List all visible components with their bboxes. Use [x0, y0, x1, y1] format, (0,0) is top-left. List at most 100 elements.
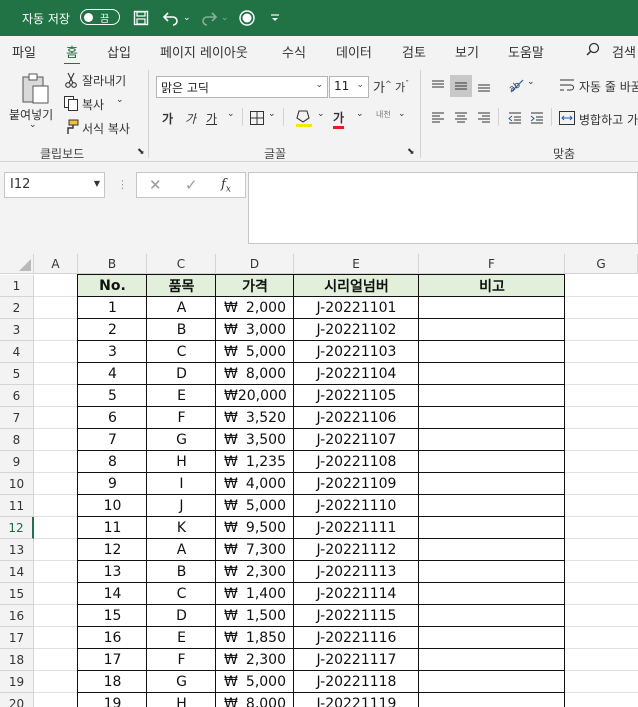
- row-header-10[interactable]: 10: [0, 473, 34, 495]
- row-header-9[interactable]: 9: [0, 451, 34, 473]
- save-icon[interactable]: [133, 0, 149, 36]
- cell-price[interactable]: ₩5,000: [216, 671, 294, 693]
- cell-no[interactable]: 14: [78, 583, 147, 605]
- cell-item[interactable]: E: [147, 385, 216, 407]
- table-header-cell[interactable]: 품목: [147, 275, 216, 297]
- orientation-dropdown-icon[interactable]: ⌄: [527, 77, 535, 87]
- row-header-7[interactable]: 7: [0, 407, 34, 429]
- cell-serial[interactable]: J-20221105: [294, 385, 419, 407]
- cell-serial[interactable]: J-20221102: [294, 319, 419, 341]
- fill-color-icon[interactable]: [295, 108, 313, 128]
- undo-icon[interactable]: [162, 0, 180, 36]
- cell-serial[interactable]: J-20221111: [294, 517, 419, 539]
- cell-price[interactable]: ₩8,000: [216, 363, 294, 385]
- row-header-14[interactable]: 14: [0, 561, 34, 583]
- font-color-button[interactable]: 가: [333, 109, 345, 129]
- cell-item[interactable]: B: [147, 561, 216, 583]
- row-header-3[interactable]: 3: [0, 319, 34, 341]
- cut-button[interactable]: 잘라내기: [82, 72, 126, 89]
- cell-note[interactable]: [419, 561, 565, 583]
- cell-no[interactable]: 10: [78, 495, 147, 517]
- cell-no[interactable]: 18: [78, 671, 147, 693]
- cell-note[interactable]: [419, 583, 565, 605]
- touch-mode-icon[interactable]: [239, 0, 255, 36]
- bold-button[interactable]: 가: [162, 110, 173, 127]
- cell-serial[interactable]: J-20221117: [294, 649, 419, 671]
- cell-no[interactable]: 3: [78, 341, 147, 363]
- align-top-icon[interactable]: [430, 78, 446, 94]
- undo-dropdown-icon[interactable]: ⌄: [183, 0, 191, 36]
- borders-dropdown-icon[interactable]: ⌄: [268, 109, 276, 119]
- cell-item[interactable]: C: [147, 341, 216, 363]
- tab-view[interactable]: 보기: [455, 42, 479, 61]
- borders-icon[interactable]: [249, 110, 265, 126]
- cell-price[interactable]: ₩7,300: [216, 539, 294, 561]
- font-color-dropdown-icon[interactable]: ⌄: [356, 109, 364, 119]
- cell-note[interactable]: [419, 473, 565, 495]
- cell-serial[interactable]: J-20221103: [294, 341, 419, 363]
- cell-price[interactable]: ₩1,400: [216, 583, 294, 605]
- cell-item[interactable]: G: [147, 429, 216, 451]
- cell-note[interactable]: [419, 671, 565, 693]
- name-box-dropdown-icon[interactable]: ▼: [94, 179, 100, 188]
- cell-serial[interactable]: J-20221106: [294, 407, 419, 429]
- cell-no[interactable]: 6: [78, 407, 147, 429]
- cell-no[interactable]: 19: [78, 693, 147, 707]
- cell-item[interactable]: F: [147, 407, 216, 429]
- underline-button[interactable]: 가: [206, 110, 217, 127]
- cell-price[interactable]: ₩3,000: [216, 319, 294, 341]
- column-header-a[interactable]: A: [34, 254, 78, 274]
- decrease-indent-icon[interactable]: [507, 110, 523, 126]
- cell-price[interactable]: ₩8,000: [216, 693, 294, 707]
- cell-serial[interactable]: J-20221119: [294, 693, 419, 707]
- row-header-19[interactable]: 19: [0, 671, 34, 693]
- cell-note[interactable]: [419, 627, 565, 649]
- row-header-13[interactable]: 13: [0, 539, 34, 561]
- tab-insert[interactable]: 삽입: [107, 42, 131, 61]
- tab-data[interactable]: 데이터: [336, 42, 372, 61]
- column-header-g[interactable]: G: [565, 254, 638, 274]
- tab-review[interactable]: 검토: [402, 42, 426, 61]
- tab-page-layout[interactable]: 페이지 레이아웃: [160, 42, 248, 61]
- cell-no[interactable]: 2: [78, 319, 147, 341]
- cell-item[interactable]: B: [147, 319, 216, 341]
- cell-no[interactable]: 13: [78, 561, 147, 583]
- table-header-cell[interactable]: 가격: [216, 275, 294, 297]
- paste-icon[interactable]: [18, 72, 52, 104]
- cell-item[interactable]: A: [147, 539, 216, 561]
- cell-no[interactable]: 9: [78, 473, 147, 495]
- cell-price[interactable]: ₩1,850: [216, 627, 294, 649]
- cell-no[interactable]: 15: [78, 605, 147, 627]
- column-header-e[interactable]: E: [294, 254, 419, 274]
- worksheet-grid[interactable]: A B C D E F G 1 2 3 4 5 6 7 8 9 10 11 12 13 14 15 16 17 18 19 20 No…: [0, 254, 638, 707]
- cell-price[interactable]: ₩2,300: [216, 649, 294, 671]
- align-left-icon[interactable]: [430, 110, 446, 126]
- shrink-font-button[interactable]: 가ˇ: [395, 79, 409, 95]
- cell-serial[interactable]: J-20221108: [294, 451, 419, 473]
- wrap-text-button[interactable]: 자동 줄 바꿈: [579, 78, 638, 95]
- copy-button[interactable]: 복사: [82, 96, 104, 113]
- align-middle-icon[interactable]: [450, 75, 472, 97]
- underline-dropdown-icon[interactable]: ⌄: [227, 109, 235, 119]
- cell-serial[interactable]: J-20221112: [294, 539, 419, 561]
- cell-note[interactable]: [419, 539, 565, 561]
- tab-file[interactable]: 파일: [12, 42, 36, 61]
- cell-serial[interactable]: J-20221113: [294, 561, 419, 583]
- cell-item[interactable]: H: [147, 693, 216, 707]
- column-header-c[interactable]: C: [147, 254, 216, 274]
- paste-dropdown-icon[interactable]: ⌄: [29, 120, 37, 130]
- merge-center-button[interactable]: 병합하고 가: [579, 111, 638, 128]
- cell-note[interactable]: [419, 451, 565, 473]
- tab-help[interactable]: 도움말: [508, 42, 544, 61]
- cell-no[interactable]: 16: [78, 627, 147, 649]
- column-header-d[interactable]: D: [216, 254, 294, 274]
- table-header-cell[interactable]: No.: [78, 275, 147, 297]
- insert-function-icon[interactable]: fx: [221, 177, 231, 195]
- search-label[interactable]: 검색: [612, 42, 636, 61]
- cell-item[interactable]: K: [147, 517, 216, 539]
- align-center-icon[interactable]: [453, 110, 469, 126]
- row-header-12[interactable]: 12: [0, 517, 34, 539]
- cell-item[interactable]: E: [147, 627, 216, 649]
- row-header-18[interactable]: 18: [0, 649, 34, 671]
- font-size-combo[interactable]: 11 ⌄: [329, 76, 369, 98]
